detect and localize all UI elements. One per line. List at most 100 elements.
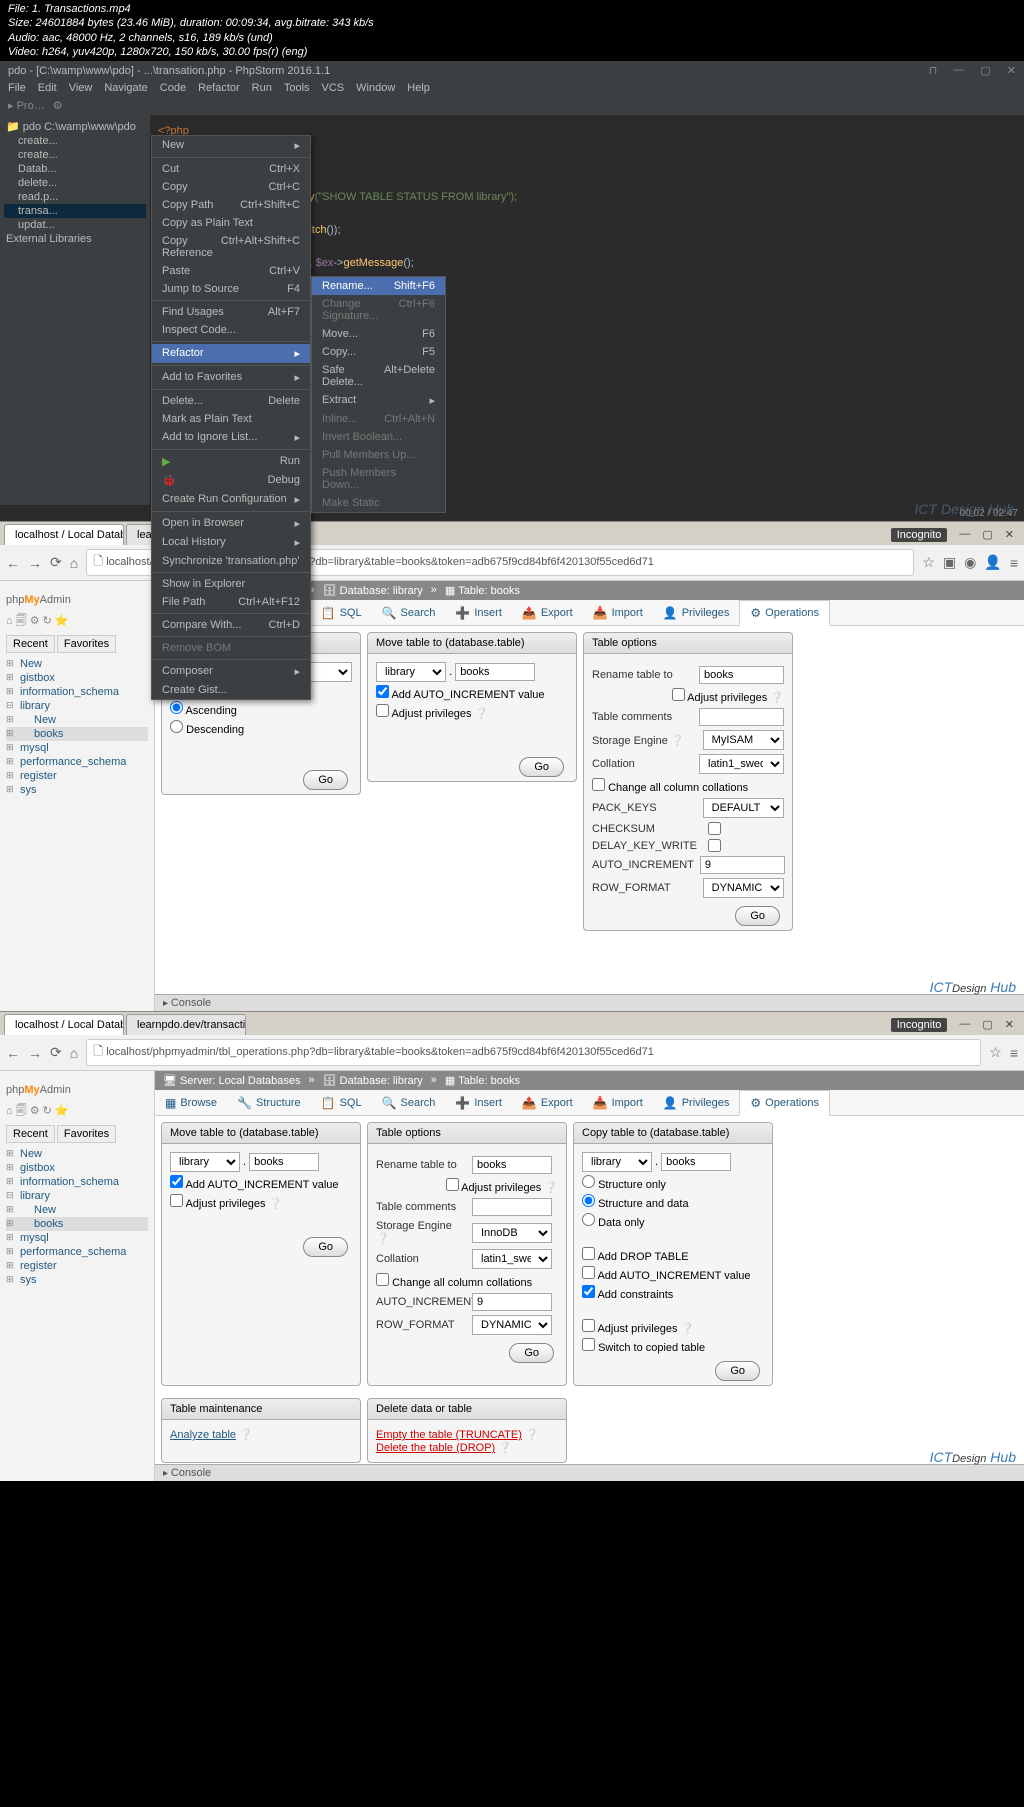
tree-info-schema[interactable]: information_schema: [6, 1175, 148, 1189]
add-autoinc-check[interactable]: Add AUTO_INCREMENT value: [582, 1266, 764, 1282]
ctx-delete[interactable]: Delete...Delete: [152, 392, 310, 410]
tab-structure[interactable]: 🔧 Structure: [227, 1090, 311, 1115]
tree-mysql[interactable]: mysql: [6, 1231, 148, 1245]
maximize-icon[interactable]: ▢: [980, 64, 990, 77]
help-icon[interactable]: ❔: [475, 708, 489, 720]
toolbar-settings-icon[interactable]: ⚙: [53, 99, 63, 112]
ext-icon[interactable]: ▣: [943, 554, 956, 571]
bc-table[interactable]: ▦ Table: books: [445, 584, 520, 597]
tree-new[interactable]: New: [6, 1147, 148, 1161]
bc-server[interactable]: 🖥 Server: Local Databases: [163, 1074, 300, 1087]
sub-safe-delete[interactable]: Safe Delete...Alt+Delete: [312, 361, 445, 391]
maximize-icon[interactable]: ▢: [982, 1018, 992, 1032]
file-item[interactable]: create...: [4, 148, 146, 162]
collation-select[interactable]: latin1_swedish_ci: [472, 1249, 552, 1269]
tree-sys[interactable]: sys: [6, 783, 148, 797]
autoinc-input[interactable]: [472, 1293, 552, 1311]
tree-lib-new[interactable]: New: [6, 713, 148, 727]
adjust-priv-check[interactable]: Adjust privileges ❔: [582, 1319, 764, 1335]
back-icon[interactable]: ←: [6, 555, 20, 571]
tree-mysql[interactable]: mysql: [6, 741, 148, 755]
autoinc-input[interactable]: [700, 856, 785, 874]
comments-input[interactable]: [472, 1198, 552, 1216]
engine-select[interactable]: InnoDB: [472, 1223, 552, 1243]
ext-icon[interactable]: ◉: [964, 554, 976, 571]
ctx-jump[interactable]: Jump to SourceF4: [152, 280, 310, 298]
pma-icons[interactable]: ⌂ 🗐 ⚙ ↻ ⭐: [6, 612, 148, 631]
tree-books[interactable]: books: [6, 1217, 148, 1231]
sub-copy[interactable]: Copy...F5: [312, 343, 445, 361]
tree-register[interactable]: register: [6, 1259, 148, 1273]
go-button[interactable]: Go: [303, 1237, 348, 1257]
menu-view[interactable]: View: [69, 82, 93, 94]
ctx-copy-plain[interactable]: Copy as Plain Text: [152, 214, 310, 232]
tab-export[interactable]: 📤 Export: [512, 600, 583, 625]
home-icon[interactable]: ⌂: [70, 555, 78, 571]
back-icon[interactable]: ←: [6, 1045, 20, 1061]
file-item-selected[interactable]: transa...: [4, 204, 146, 218]
star-icon[interactable]: ☆: [922, 554, 935, 571]
forward-icon[interactable]: →: [28, 555, 42, 571]
tree-gistbox[interactable]: gistbox: [6, 671, 148, 685]
ctx-show-explorer[interactable]: Show in Explorer: [152, 575, 310, 593]
ctx-ignore[interactable]: Add to Ignore List...▸: [152, 428, 310, 447]
ctx-debug[interactable]: 🐞 Debug: [152, 471, 310, 490]
copy-table-input[interactable]: [661, 1153, 731, 1171]
ctx-refactor[interactable]: Refactor▸: [152, 344, 310, 363]
pma-sidebar[interactable]: phpMyAdmin ⌂ 🗐 ⚙ ↻ ⭐ RecentFavorites New…: [0, 581, 155, 1011]
go-button[interactable]: Go: [519, 757, 564, 777]
change-collations-check[interactable]: Change all column collations: [592, 778, 784, 794]
adjust-priv-check[interactable]: Adjust privileges ❔: [376, 704, 568, 720]
go-button[interactable]: Go: [509, 1343, 554, 1363]
desc-radio[interactable]: Descending: [170, 724, 244, 736]
move-table-input[interactable]: [455, 663, 535, 681]
change-collations-check[interactable]: Change all column collations: [376, 1273, 558, 1289]
move-db-select[interactable]: library: [170, 1152, 240, 1172]
minimize-icon[interactable]: —: [959, 528, 970, 542]
reload-icon[interactable]: ⟳: [50, 554, 62, 571]
adjust-priv-check[interactable]: Adjust privileges ❔: [592, 688, 784, 704]
menu-icon[interactable]: ≡: [1010, 1045, 1018, 1061]
ctx-inspect[interactable]: Inspect Code...: [152, 321, 310, 339]
console-bar[interactable]: ▸ Console: [155, 1464, 1024, 1481]
menu-vcs[interactable]: VCS: [322, 82, 345, 94]
adjust-priv-check[interactable]: Adjust privileges ❔: [170, 1194, 352, 1210]
tab-export[interactable]: 📤 Export: [512, 1090, 583, 1115]
move-table-input[interactable]: [249, 1153, 319, 1171]
ctx-new[interactable]: New▸: [152, 136, 310, 155]
ctx-create-gist[interactable]: Create Gist...: [152, 681, 310, 699]
tab-sql[interactable]: 📋 SQL: [311, 600, 372, 625]
tab-phpmyadmin[interactable]: localhost / Local Databas×: [4, 524, 124, 545]
pin-icon[interactable]: ⊓: [929, 64, 938, 77]
toolbar-project-icon[interactable]: ▸ Pro…: [8, 99, 45, 112]
ctx-file-path[interactable]: File PathCtrl+Alt+F12: [152, 593, 310, 611]
forward-icon[interactable]: →: [28, 1045, 42, 1061]
struct-data-radio[interactable]: Structure and data: [582, 1194, 764, 1210]
tree-lib-new[interactable]: New: [6, 1203, 148, 1217]
copy-db-select[interactable]: library: [582, 1152, 652, 1172]
pma-icons[interactable]: ⌂ 🗐 ⚙ ↻ ⭐: [6, 1102, 148, 1121]
data-only-radio[interactable]: Data only: [582, 1213, 764, 1229]
close-icon[interactable]: ✕: [1005, 1018, 1014, 1032]
rowformat-select[interactable]: DYNAMIC: [703, 878, 784, 898]
engine-select[interactable]: MyISAM: [703, 730, 784, 750]
tab-insert[interactable]: ➕ Insert: [445, 600, 511, 625]
ctx-local-history[interactable]: Local History▸: [152, 533, 310, 552]
tree-register[interactable]: register: [6, 769, 148, 783]
ctx-mark-plain[interactable]: Mark as Plain Text: [152, 410, 310, 428]
bc-database[interactable]: 🗄 Database: library: [323, 1074, 423, 1087]
go-button[interactable]: Go: [715, 1361, 760, 1381]
truncate-link[interactable]: Empty the table (TRUNCATE): [376, 1429, 522, 1441]
file-item[interactable]: create...: [4, 134, 146, 148]
tab-import[interactable]: 📥 Import: [583, 600, 653, 625]
url-input[interactable]: 🗋 localhost/phpmyadmin/tbl_operations.ph…: [86, 1039, 981, 1066]
file-item[interactable]: read.p...: [4, 190, 146, 204]
tree-gistbox[interactable]: gistbox: [6, 1161, 148, 1175]
home-icon[interactable]: ⌂: [70, 1045, 78, 1061]
checksum-check[interactable]: [708, 822, 721, 835]
analyze-link[interactable]: Analyze table: [170, 1429, 236, 1441]
tab-sql[interactable]: 📋 SQL: [311, 1090, 372, 1115]
comments-input[interactable]: [699, 708, 784, 726]
switch-check[interactable]: Switch to copied table: [582, 1338, 764, 1354]
profile-icon[interactable]: 👤: [984, 554, 1001, 571]
